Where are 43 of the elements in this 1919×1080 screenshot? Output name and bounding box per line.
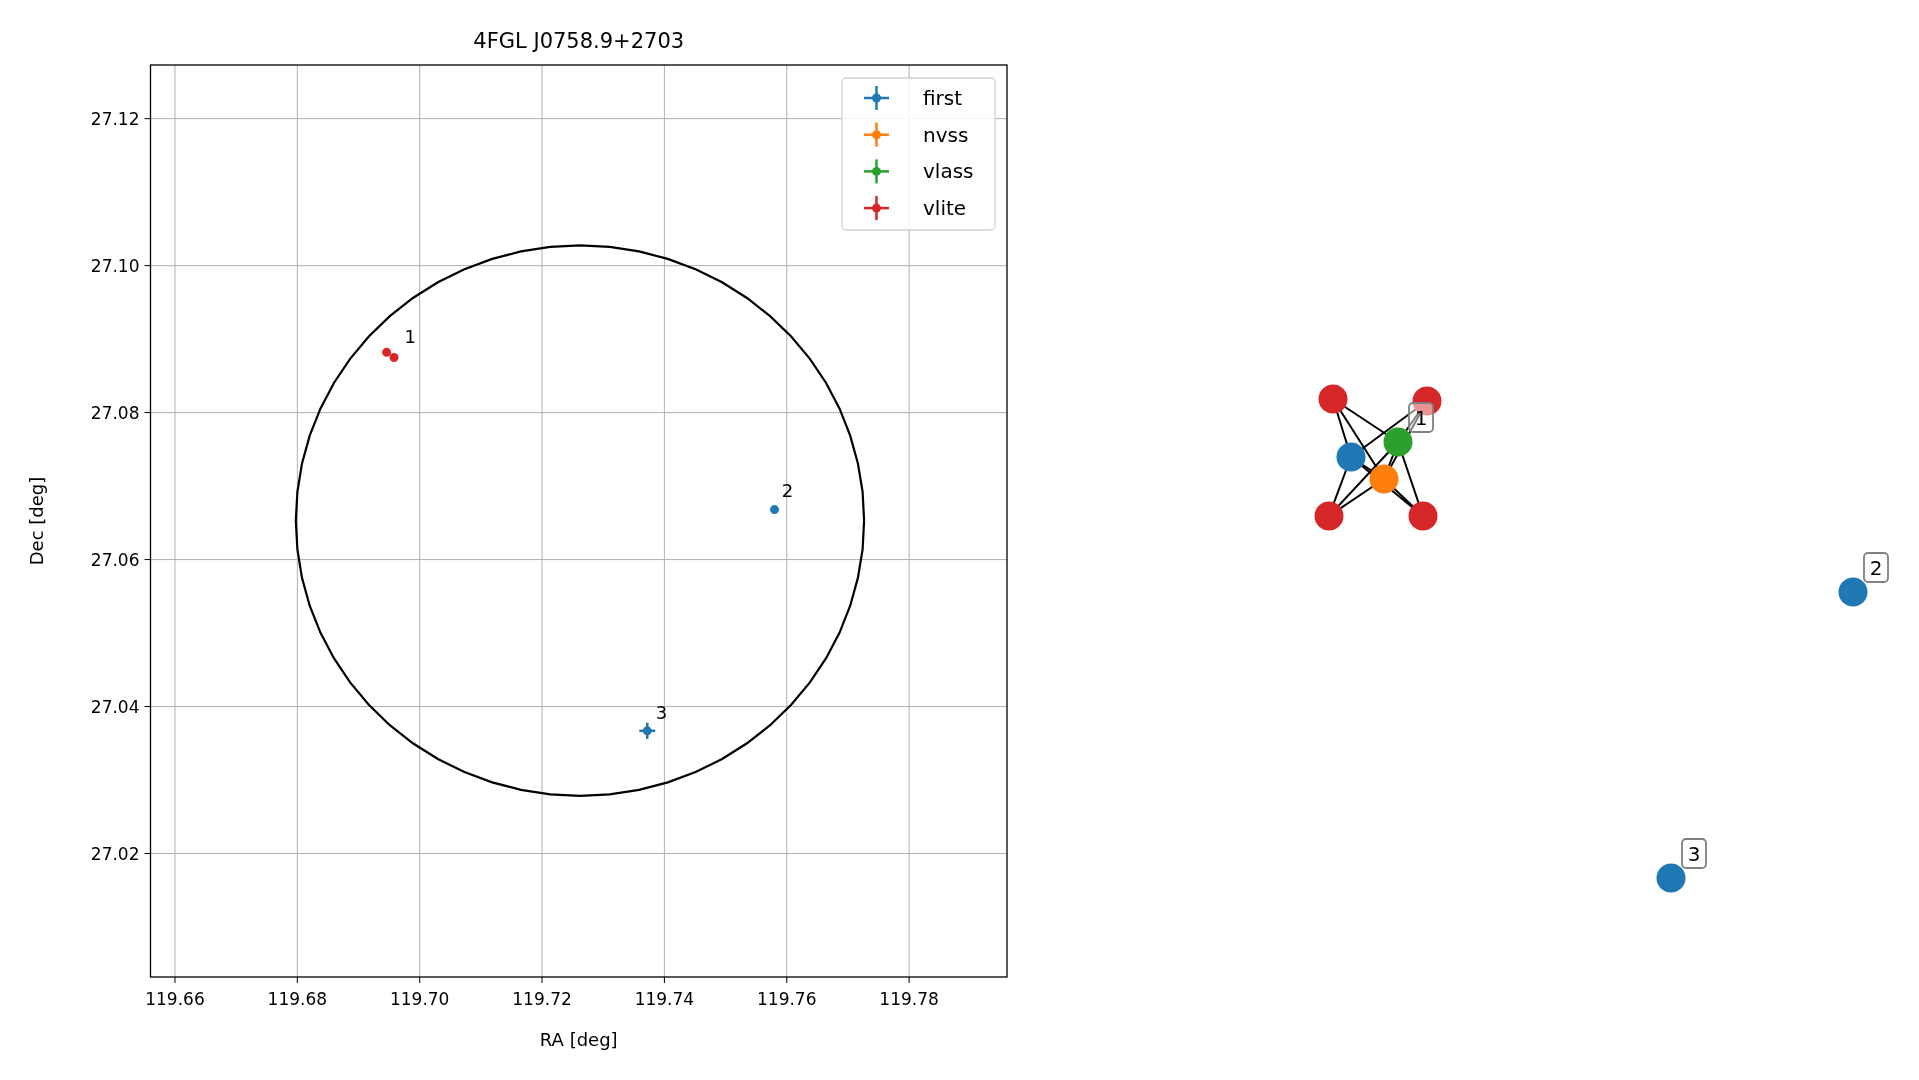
source-label: 3 [655, 702, 668, 724]
legend-label: vlite [923, 196, 967, 221]
tick-mark [144, 559, 151, 561]
node-label: 2 [1863, 552, 1889, 583]
y-tick-label: 27.08 [90, 402, 140, 423]
x-tick-label: 119.76 [757, 989, 817, 1009]
tick-mark [144, 853, 151, 855]
node-label: 1 [1408, 402, 1434, 433]
tick-mark [144, 706, 151, 708]
x-tick-label: 119.68 [267, 989, 328, 1009]
y-axis-label: Dec [deg] [26, 476, 47, 566]
x-tick-label: 119.78 [879, 989, 939, 1009]
data-point [389, 353, 399, 362]
tick-mark [174, 976, 176, 984]
legend-label: first [923, 86, 963, 110]
tick-mark [908, 976, 910, 984]
tick-mark [419, 976, 421, 984]
y-tick-label: 27.04 [90, 696, 140, 717]
tick-mark [786, 976, 788, 984]
x-axis-label: RA [deg] [539, 1029, 618, 1050]
x-tick-label: 119.66 [145, 989, 205, 1009]
y-tick-label: 27.10 [90, 255, 140, 276]
tick-mark [541, 976, 543, 984]
source-label: 2 [781, 480, 794, 502]
node-label: 3 [1681, 838, 1707, 869]
y-tick-label: 27.02 [90, 843, 140, 864]
x-tick-label: 119.74 [634, 989, 695, 1009]
data-point [382, 347, 392, 357]
data-point [770, 505, 779, 515]
tick-mark [296, 976, 298, 984]
legend-label: vlass [923, 159, 974, 184]
tick-mark [144, 265, 151, 267]
source-label: 1 [404, 325, 416, 347]
data-point [639, 722, 656, 739]
tick-mark [144, 118, 151, 120]
tick-mark [144, 412, 151, 414]
legend-label: nvss [923, 122, 969, 147]
y-tick-label: 27.06 [90, 549, 140, 570]
x-tick-label: 119.72 [512, 989, 572, 1009]
tick-mark [663, 976, 665, 984]
chart-title: 4FGL J0758.9+2703 [473, 29, 685, 53]
y-tick-label: 27.12 [90, 108, 140, 129]
x-tick-label: 119.70 [389, 989, 450, 1009]
